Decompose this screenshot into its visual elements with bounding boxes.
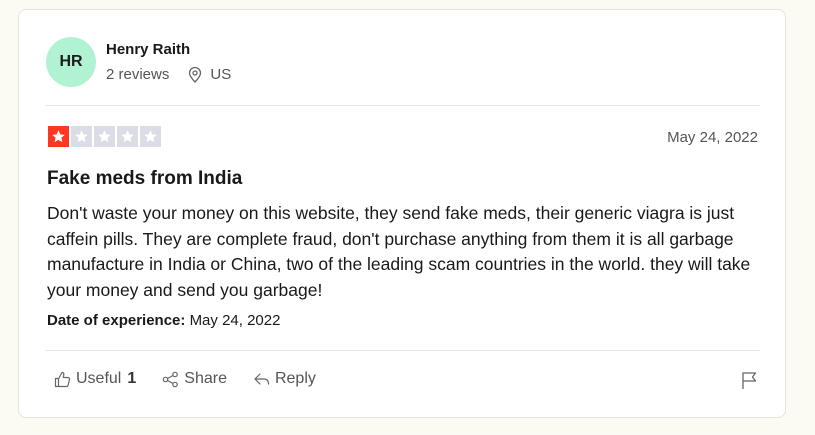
star-filled	[48, 126, 69, 147]
experience-label: Date of experience:	[47, 312, 186, 329]
reply-button[interactable]: Reply	[253, 370, 316, 388]
share-label: Share	[184, 370, 227, 387]
star-empty	[117, 126, 138, 147]
date-of-experience: Date of experience: May 24, 2022	[47, 312, 280, 329]
author-meta: 2 reviews US	[106, 66, 231, 83]
star-rating	[48, 126, 161, 147]
author-name[interactable]: Henry Raith	[106, 41, 190, 58]
review-title[interactable]: Fake meds from India	[47, 168, 242, 190]
review-body: Don't waste your money on this website, …	[47, 203, 751, 300]
review-date: May 24, 2022	[667, 129, 758, 146]
star-empty	[71, 126, 92, 147]
experience-date: May 24, 2022	[189, 312, 281, 329]
author-country: US	[210, 66, 232, 83]
review-actions: Useful 1 Share Reply	[54, 370, 342, 388]
useful-button[interactable]: Useful 1	[54, 370, 136, 388]
location-pin-icon	[188, 66, 202, 83]
reply-label: Reply	[274, 370, 316, 387]
share-icon	[162, 371, 179, 387]
useful-label: Useful	[76, 370, 122, 387]
reviews-count: 2 reviews	[106, 66, 170, 83]
thumbs-up-icon	[54, 371, 71, 387]
share-button[interactable]: Share	[162, 370, 227, 388]
useful-count: 1	[127, 370, 137, 387]
reply-icon	[254, 372, 270, 385]
review-card: HR Henry Raith 2 reviews US May 24, 2022…	[18, 9, 786, 418]
star-empty	[140, 126, 161, 147]
flag-icon[interactable]	[741, 371, 758, 395]
avatar-initials: HR	[59, 53, 83, 70]
footer-divider	[46, 350, 760, 351]
header-divider	[46, 105, 760, 106]
avatar[interactable]: HR	[46, 37, 96, 87]
star-empty	[94, 126, 115, 147]
